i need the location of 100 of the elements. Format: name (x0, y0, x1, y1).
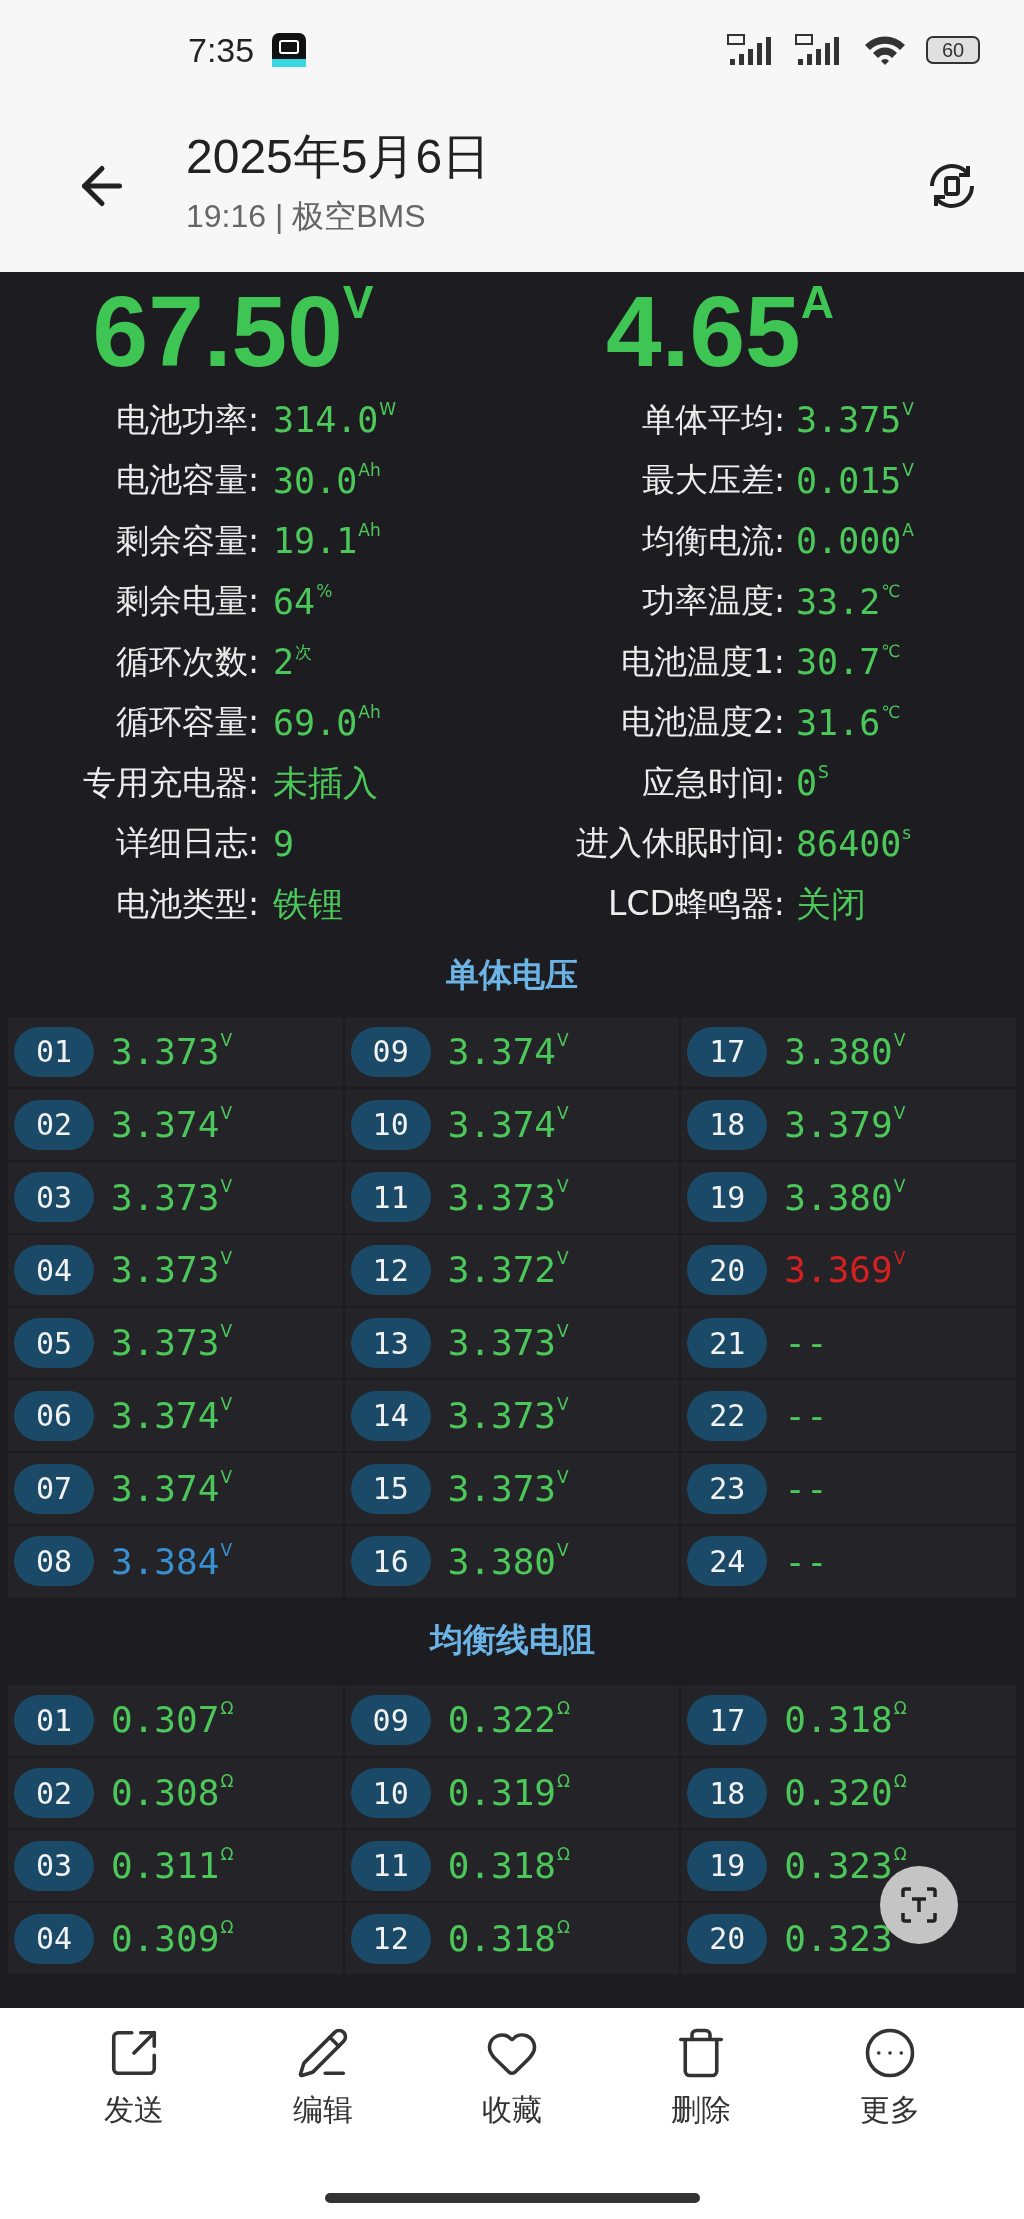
stat-value: 33.2 (796, 582, 881, 621)
unit-label: V (893, 1102, 906, 1123)
cell-number: 17 (687, 1026, 768, 1077)
page-subtitle: 19:16 | 极空BMS (186, 197, 427, 236)
stat-label: 电池功率: (115, 398, 259, 441)
cell-number: 03 (14, 1172, 94, 1223)
cell-value: 3.374 (447, 1032, 557, 1072)
stat-label: 电池温度2: (620, 701, 785, 744)
cell-value: -- (784, 1541, 828, 1582)
section-title: 单体电压 (446, 954, 578, 996)
cell-value: 0.319 (447, 1773, 557, 1813)
cell-number: 09 (350, 1695, 431, 1746)
stat-label: 剩余容量: (115, 519, 259, 562)
stat-label: 功率温度: (641, 580, 785, 623)
stat-label: 电池温度1: (620, 640, 785, 683)
cell-number: 20 (687, 1245, 768, 1296)
stat-label: 剩余电量: (115, 580, 259, 623)
stat-label: 详细日志: (115, 822, 259, 865)
stat-value: 30.7 (796, 643, 881, 682)
unit-label: V (557, 1248, 569, 1269)
unit-label: V (902, 459, 914, 480)
unit-label: A (902, 520, 914, 540)
toolbar-button[interactable]: 更多 (795, 2024, 984, 2132)
unit-label: V (893, 1030, 906, 1051)
cell-number: 19 (687, 1172, 768, 1223)
unit-label: ℃ (881, 641, 901, 661)
unit-label: 次 (295, 641, 313, 664)
cell-value: 0.311 (111, 1846, 220, 1886)
reading-value: 4.65 (606, 281, 801, 381)
stat-value: 0.000 (796, 522, 902, 561)
stat-value: 86400 (796, 824, 902, 863)
cell-number: 10 (350, 1099, 431, 1150)
unit-label: V (893, 1248, 906, 1269)
stat-value: 69.0 (273, 703, 358, 742)
cell-value: 0.323 (784, 1846, 893, 1886)
cell-value: -- (784, 1323, 828, 1363)
cell-number: 19 (687, 1840, 768, 1891)
stat-label: 电池容量: (115, 459, 259, 502)
cell-number: 11 (350, 1172, 431, 1223)
page-title: 2025年5月6日 (186, 129, 492, 185)
cell-value: 3.373 (111, 1032, 220, 1072)
cell-value: 3.372 (447, 1250, 557, 1291)
unit-label: V (220, 1175, 232, 1196)
cell-number: 01 (14, 1695, 94, 1746)
cell-number: 15 (350, 1463, 431, 1514)
stat-value: 3.375 (796, 401, 902, 440)
unit-label: V (893, 1175, 906, 1196)
stat-label: 循环次数: (115, 640, 259, 683)
cell-value: 3.373 (111, 1250, 220, 1291)
unit-label: V (557, 1321, 569, 1342)
unit-label: S (818, 762, 829, 782)
stat-value: 31.6 (796, 703, 881, 742)
unit-label: Ah (358, 701, 381, 722)
cell-value: -- (784, 1396, 828, 1436)
toolbar-button[interactable]: 删除 (606, 2024, 796, 2132)
cell-number: 23 (687, 1463, 768, 1514)
unit-label: Ω (557, 1698, 571, 1719)
unit-label: V (220, 1321, 232, 1342)
cell-value: -- (784, 1468, 828, 1509)
cell-number: 14 (350, 1390, 431, 1441)
toolbar-button[interactable]: 编辑 (228, 2024, 418, 2132)
cell-number: 18 (687, 1768, 768, 1819)
stat-value: 64 (273, 582, 316, 621)
cell-number: 07 (14, 1463, 94, 1514)
unit-label: V (220, 1466, 232, 1487)
unit-label: Ah (358, 520, 381, 540)
stat-label: 均衡电流: (641, 519, 785, 562)
cell-value: 0.323 (784, 1918, 893, 1959)
unit-label: V (220, 1248, 232, 1269)
cell-value: 3.384 (111, 1541, 220, 1582)
section-title: 均衡线电阻 (429, 1619, 595, 1662)
toolbar-button[interactable]: 收藏 (417, 2024, 607, 2132)
cell-value: 3.373 (447, 1323, 557, 1363)
unit-label: V (557, 1466, 569, 1487)
cell-number: 02 (14, 1099, 94, 1150)
reading-unit: A (800, 275, 834, 329)
cell-value: 3.380 (784, 1177, 893, 1218)
cell-value: 3.369 (784, 1250, 893, 1291)
cell-value: 3.380 (784, 1032, 893, 1072)
cell-value: 3.373 (111, 1323, 220, 1363)
cell-number: 04 (14, 1913, 94, 1964)
unit-label: V (902, 399, 914, 419)
cell-number: 22 (687, 1390, 768, 1441)
cell-value: 3.379 (784, 1104, 893, 1145)
cell-number: 02 (14, 1768, 94, 1819)
stat-label: 进入休眠时间: (575, 822, 785, 865)
unit-label: % (316, 580, 333, 601)
cell-number: 08 (14, 1536, 94, 1587)
unit-label: V (220, 1102, 232, 1123)
toolbar-button[interactable]: 发送 (40, 2024, 229, 2132)
status-time: 7:35 (188, 30, 255, 70)
cell-value: 3.374 (111, 1104, 220, 1145)
cell-number: 12 (350, 1245, 431, 1296)
cell-number: 12 (350, 1913, 431, 1964)
unit-label: V (557, 1539, 569, 1560)
cell-number: 11 (350, 1840, 431, 1891)
stat-value: 19.1 (273, 522, 358, 561)
unit-label: V (557, 1175, 569, 1196)
stat-label: 单体平均: (641, 398, 785, 441)
unit-label: ℃ (881, 701, 901, 722)
